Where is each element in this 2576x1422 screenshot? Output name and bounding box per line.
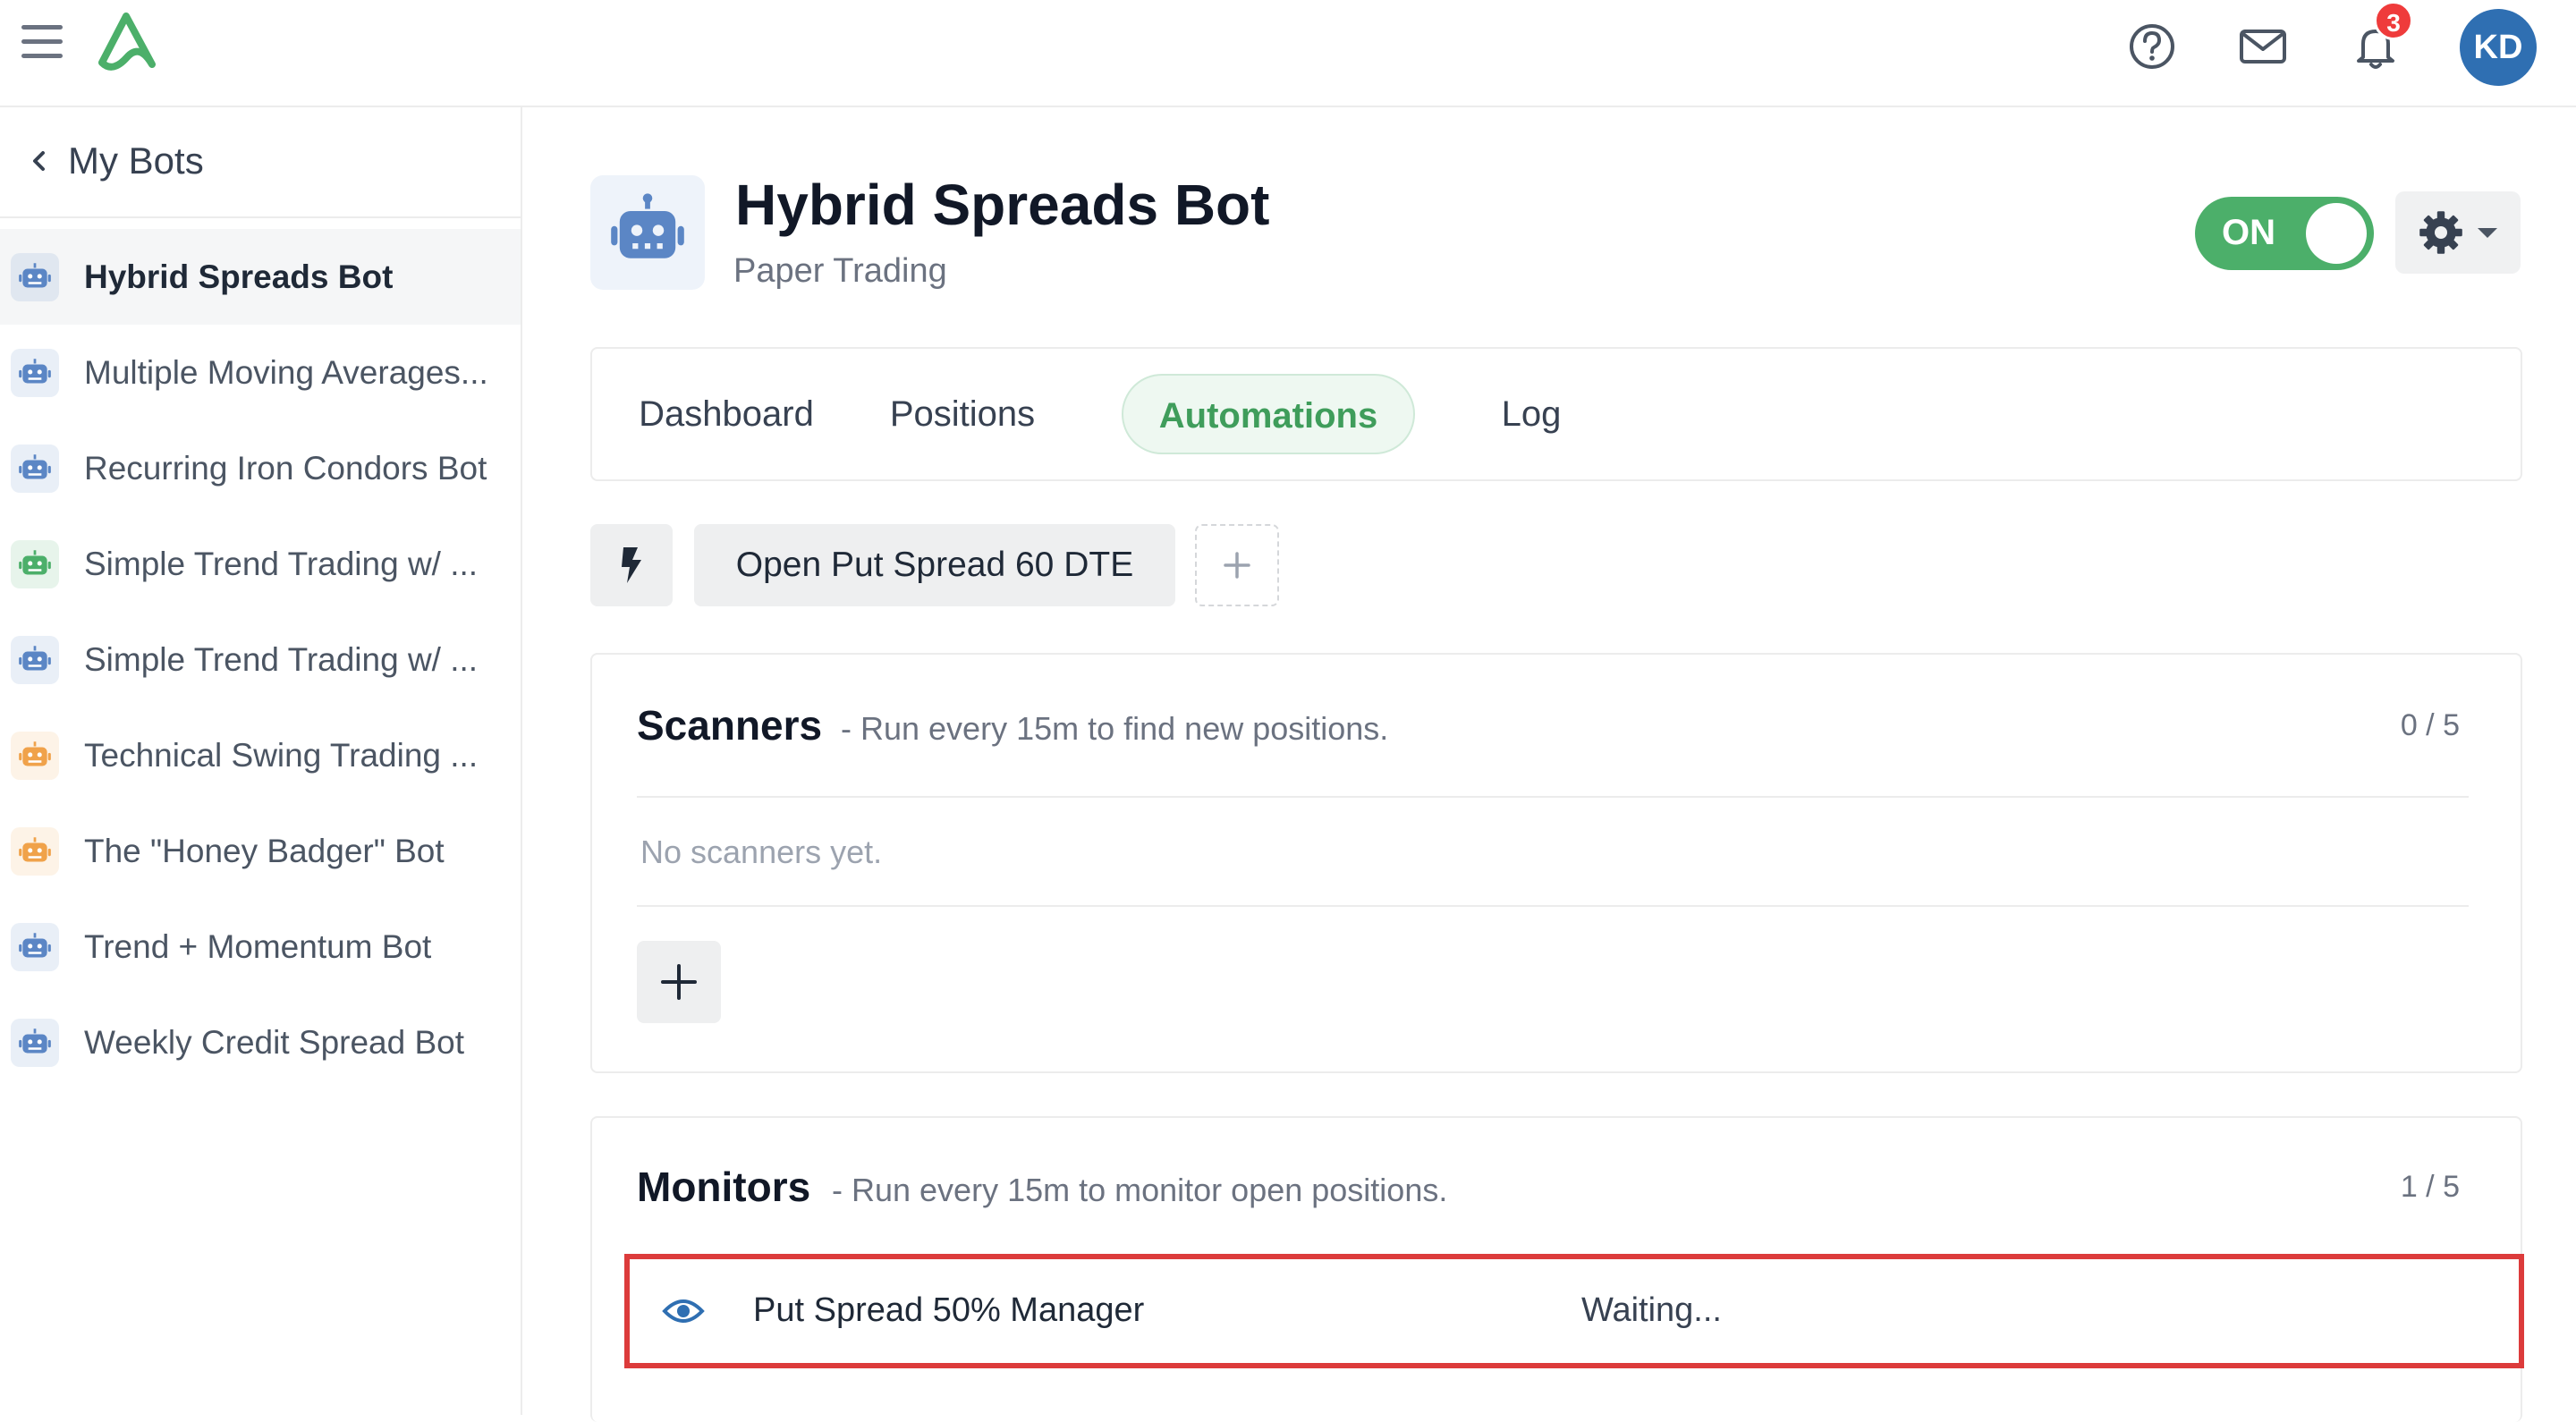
app-logo[interactable] — [91, 11, 161, 75]
add-automation-button[interactable] — [1195, 524, 1279, 606]
scanners-divider-bottom — [637, 905, 2469, 907]
robot-icon — [11, 1018, 59, 1067]
plus-icon — [661, 964, 697, 1000]
help-icon[interactable] — [2125, 20, 2179, 73]
monitors-description: - Run every 15m to monitor open position… — [832, 1172, 1448, 1208]
caret-down-icon — [2478, 228, 2497, 238]
scanners-count: 0 / 5 — [2400, 708, 2460, 742]
tab-log[interactable]: Log — [1469, 374, 1594, 454]
tab-dashboard[interactable]: Dashboard — [628, 374, 825, 454]
tab-positions[interactable]: Positions — [860, 374, 1064, 454]
sidebar-item-bot[interactable]: Weekly Credit Spread Bot — [0, 995, 521, 1090]
toggle-knob — [2306, 203, 2367, 264]
menu-icon[interactable] — [21, 25, 63, 64]
sidebar: My Bots Hybrid Spreads Bot Multiple Movin… — [0, 107, 522, 1415]
automation-trigger-button[interactable] — [590, 524, 673, 606]
sidebar-item-bot[interactable]: Simple Trend Trading w/ ... — [0, 612, 521, 707]
monitors-title: Monitors — [637, 1164, 811, 1210]
sidebar-item-bot[interactable]: Simple Trend Trading w/ ... — [0, 516, 521, 612]
sidebar-item-label: Hybrid Spreads Bot — [84, 258, 394, 295]
sidebar-item-label: Simple Trend Trading w/ ... — [84, 545, 479, 582]
bot-power-toggle[interactable]: ON — [2195, 197, 2374, 270]
add-scanner-button[interactable] — [637, 941, 721, 1023]
bot-tabs: Dashboard Positions Automations Log — [590, 347, 2522, 481]
scanners-panel: Scanners - Run every 15m to find new pos… — [590, 653, 2522, 1073]
robot-icon — [11, 539, 59, 588]
back-to-my-bots[interactable]: My Bots — [25, 134, 204, 188]
top-bar: 3 KD — [0, 0, 2576, 107]
sidebar-item-label: Simple Trend Trading w/ ... — [84, 640, 479, 678]
scanners-description: - Run every 15m to find new positions. — [841, 710, 1389, 747]
page-subtitle: Paper Trading — [733, 252, 947, 290]
sidebar-item-label: Technical Swing Trading ... — [84, 736, 479, 774]
robot-icon — [11, 252, 59, 301]
sidebar-item-bot[interactable]: Technical Swing Trading ... — [0, 707, 521, 803]
sidebar-item-label: The "Honey Badger" Bot — [84, 832, 445, 869]
sidebar-item-bot[interactable]: Multiple Moving Averages... — [0, 325, 521, 420]
tab-automations[interactable]: Automations — [1122, 374, 1415, 454]
robot-icon — [11, 635, 59, 684]
eye-icon — [662, 1299, 705, 1323]
gear-icon — [2419, 211, 2462, 254]
robot-icon — [11, 731, 59, 780]
monitors-count: 1 / 5 — [2400, 1170, 2460, 1204]
robot-icon — [11, 922, 59, 971]
sidebar-divider — [0, 216, 521, 218]
page-title: Hybrid Spreads Bot — [735, 173, 1270, 237]
scanners-title: Scanners — [637, 702, 823, 749]
bot-avatar — [590, 175, 705, 290]
robot-icon — [11, 826, 59, 876]
robot-icon — [11, 444, 59, 493]
user-avatar[interactable]: KD — [2460, 9, 2537, 86]
sidebar-item-label: Recurring Iron Condors Bot — [84, 449, 487, 487]
sidebar-item-label: Weekly Credit Spread Bot — [84, 1023, 465, 1061]
sidebar-item-bot[interactable]: The "Honey Badger" Bot — [0, 803, 521, 899]
sidebar-item-label: Trend + Momentum Bot — [84, 927, 432, 965]
scanners-divider — [637, 796, 2469, 798]
monitor-status: Waiting... — [1581, 1291, 1722, 1329]
chevron-left-icon — [33, 151, 45, 171]
monitor-row-put-spread-manager[interactable]: Put Spread 50% Manager Waiting... — [624, 1254, 2524, 1368]
settings-dropdown-button[interactable] — [2395, 191, 2521, 274]
back-link-label: My Bots — [68, 140, 204, 182]
scanners-empty-message: No scanners yet. — [640, 834, 883, 870]
notification-badge: 3 — [2374, 1, 2413, 40]
sidebar-item-label: Multiple Moving Averages... — [84, 353, 488, 391]
robot-icon — [11, 348, 59, 397]
bot-list: Hybrid Spreads Bot Multiple Moving Averag… — [0, 229, 521, 1090]
monitor-name: Put Spread 50% Manager — [753, 1291, 1145, 1329]
mail-icon[interactable] — [2236, 20, 2290, 73]
automation-open-put-spread[interactable]: Open Put Spread 60 DTE — [694, 524, 1175, 606]
plus-icon — [1224, 552, 1250, 579]
robot-icon — [611, 193, 684, 258]
sidebar-item-bot[interactable]: Trend + Momentum Bot — [0, 899, 521, 995]
sidebar-item-bot[interactable]: Hybrid Spreads Bot — [0, 229, 521, 325]
toggle-label: ON — [2222, 213, 2275, 252]
lightning-icon — [622, 547, 641, 583]
sidebar-item-bot[interactable]: Recurring Iron Condors Bot — [0, 420, 521, 516]
